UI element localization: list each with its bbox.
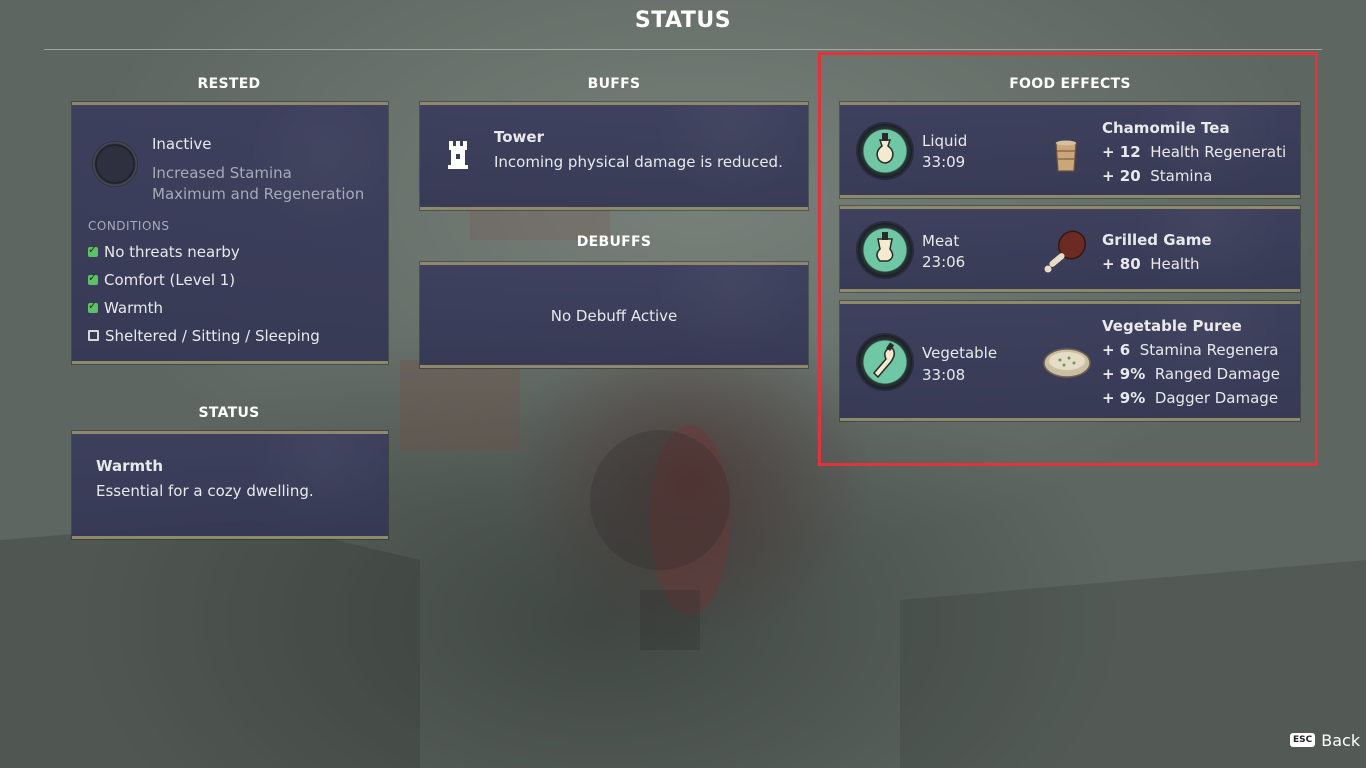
title-divider	[44, 49, 1322, 50]
buffs-heading: BUFFS	[587, 76, 641, 92]
status-name: Warmth	[96, 457, 164, 475]
condition-item: Warmth	[88, 299, 163, 317]
buffs-panel: Tower Incoming physical damage is reduce…	[420, 102, 808, 210]
rested-indicator-icon	[92, 141, 138, 187]
screen-title: STATUS	[634, 8, 732, 33]
tower-icon	[448, 141, 468, 169]
condition-item: Comfort (Level 1)	[88, 271, 235, 289]
rested-panel: Inactive Increased Stamina Maximum and R…	[72, 102, 388, 364]
status-panel: Warmth Essential for a cozy dwelling.	[72, 431, 388, 539]
condition-item: No threats nearby	[88, 243, 240, 261]
rested-heading: RESTED	[197, 76, 261, 92]
status-heading: STATUS	[198, 405, 260, 421]
rested-desc-line1: Increased Stamina	[152, 164, 292, 182]
debuffs-panel: No Debuff Active	[420, 262, 808, 368]
rested-desc-line2: Maximum and Regeneration	[152, 185, 365, 203]
highlight-frame	[818, 52, 1318, 466]
checkbox-checked-icon	[88, 271, 98, 285]
checkbox-checked-icon	[88, 243, 98, 257]
buff-name: Tower	[494, 128, 544, 146]
buff-desc: Incoming physical damage is reduced.	[494, 153, 783, 171]
status-desc: Essential for a cozy dwelling.	[96, 482, 314, 500]
esc-key-icon: ESC	[1290, 732, 1316, 747]
checkbox-empty-icon	[88, 330, 99, 341]
debuffs-heading: DEBUFFS	[576, 234, 652, 250]
condition-item: Sheltered / Sitting / Sleeping	[88, 327, 320, 345]
debuffs-empty-text: No Debuff Active	[550, 307, 678, 325]
back-label: Back	[1321, 731, 1361, 750]
checkbox-checked-icon	[88, 299, 98, 313]
back-button[interactable]: ESC Back	[1290, 731, 1360, 750]
conditions-label: CONDITIONS	[88, 219, 170, 233]
rested-state: Inactive	[152, 135, 212, 153]
